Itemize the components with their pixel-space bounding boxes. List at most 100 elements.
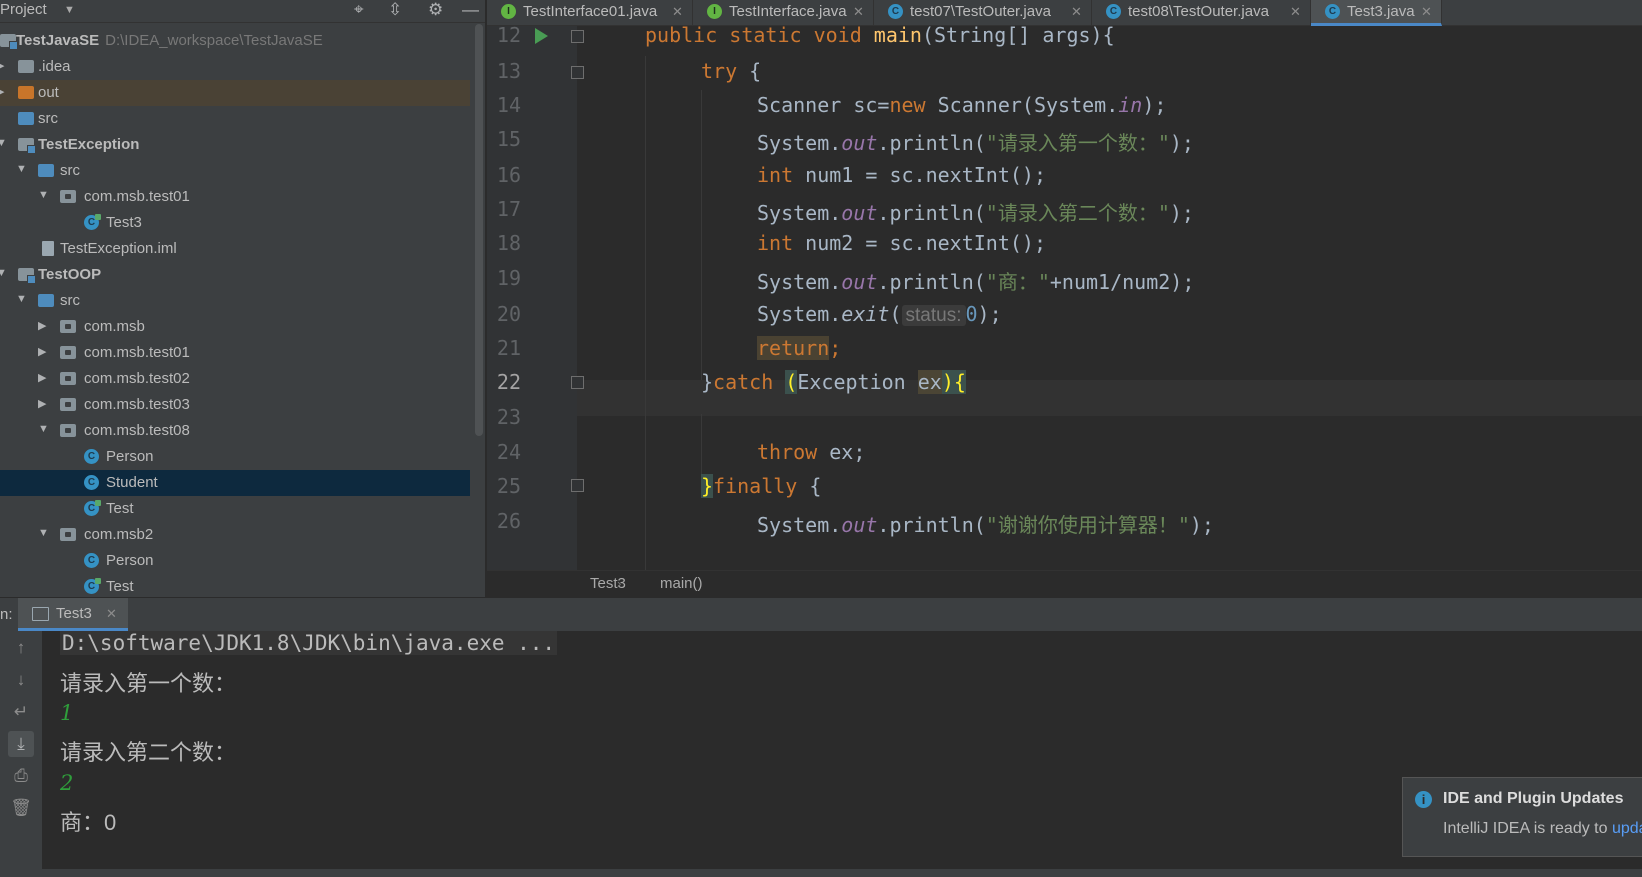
run-tab-label: Test3 — [56, 605, 92, 622]
chevron-down-icon[interactable]: ▼ — [64, 4, 75, 16]
minimize-icon[interactable]: — — [462, 0, 479, 20]
collapsed-arrow-icon[interactable]: ▶ — [0, 59, 4, 72]
collapsed-arrow-icon[interactable]: ▶ — [38, 319, 46, 332]
tree-node-path: D:\IDEA_workspace\TestJavaSE — [105, 32, 323, 49]
collapsed-arrow-icon[interactable]: ▶ — [38, 345, 46, 358]
tree-node-iml[interactable]: TestException.iml — [0, 236, 470, 262]
tree-node-src[interactable]: src — [0, 106, 470, 132]
code-token: System. — [757, 201, 842, 225]
breadcrumb-separator: › — [617, 576, 622, 591]
line-number-current: 22 — [496, 370, 521, 394]
fold-icon[interactable] — [571, 376, 584, 389]
down-arrow-icon[interactable]: ↓ — [8, 667, 34, 693]
tree-scrollbar[interactable] — [475, 24, 483, 436]
expand-arrow-icon[interactable]: ▼ — [38, 189, 49, 201]
tree-node-package[interactable]: ▼ com.msb2 — [0, 522, 470, 548]
expand-arrow-icon[interactable]: ▼ — [38, 423, 49, 435]
tree-node-class-selected[interactable]: C Student — [0, 470, 470, 496]
update-link[interactable]: upda — [1612, 820, 1642, 837]
tree-node-src[interactable]: ▼ src — [0, 158, 470, 184]
tree-node-class[interactable]: C Test3 — [0, 210, 470, 236]
close-icon[interactable]: ✕ — [1421, 4, 1432, 20]
expand-arrow-icon[interactable]: ▼ — [16, 163, 27, 175]
module-folder-icon — [18, 268, 36, 284]
crosshair-icon[interactable]: ⌖ — [354, 0, 364, 20]
package-icon — [60, 372, 76, 385]
tree-node-package[interactable]: ▼ com.msb.test08 — [0, 418, 470, 444]
close-icon[interactable]: ✕ — [106, 606, 117, 622]
tree-node-package[interactable]: ▶ com.msb — [0, 314, 470, 340]
expand-arrow-icon[interactable]: ▼ — [16, 293, 27, 305]
info-icon: i — [1415, 791, 1432, 808]
tab-label: test08\TestOuter.java — [1128, 3, 1269, 20]
tree-node-label: Student — [106, 474, 158, 491]
soft-wrap-icon[interactable]: ↵ — [8, 699, 34, 725]
tab-testinterface01[interactable]: I TestInterface01.java ✕ — [487, 0, 693, 25]
tree-node-label: Test3 — [106, 214, 142, 231]
tree-node-src[interactable]: ▼ src — [0, 288, 470, 314]
tree-node-label: src — [38, 110, 58, 127]
tab-testinterface[interactable]: I TestInterface.java ✕ — [693, 0, 874, 25]
java-class-icon: C — [84, 500, 101, 516]
tree-node-package[interactable]: ▶ com.msb.test01 — [0, 340, 470, 366]
code-token: System. — [757, 131, 842, 155]
breadcrumb-item-method[interactable]: main() — [660, 575, 703, 592]
run-gutter-icon[interactable] — [535, 28, 548, 44]
code-line-18: int num2 = sc.nextInt(); — [757, 231, 1046, 255]
tab-test3[interactable]: C Test3.java ✕ — [1311, 0, 1442, 26]
code-token: .println( — [877, 201, 986, 225]
project-view-selector[interactable]: Project — [0, 1, 47, 18]
close-icon[interactable]: ✕ — [672, 4, 683, 20]
up-arrow-icon[interactable]: ↑ — [8, 635, 34, 661]
expand-arrow-icon[interactable]: ▼ — [0, 267, 7, 279]
status-bar — [42, 869, 1642, 877]
update-notification[interactable]: i IDE and Plugin Updates IntelliJ IDEA i… — [1402, 777, 1642, 857]
code-token: Scanner sc= — [757, 93, 890, 117]
tree-node-package[interactable]: ▼ com.msb.test01 — [0, 184, 470, 210]
tab-test07-testouter[interactable]: C test07\TestOuter.java ✕ — [874, 0, 1092, 25]
tree-node-class[interactable]: C Test — [0, 574, 470, 597]
gear-icon[interactable]: ⚙ — [428, 0, 443, 20]
tab-label: TestInterface01.java — [523, 3, 658, 20]
fold-icon[interactable] — [571, 66, 584, 79]
close-icon[interactable]: ✕ — [1071, 4, 1082, 20]
code-line-12: public static void main(String[] args){ — [645, 26, 1115, 47]
tree-node-testoop[interactable]: ▼ TestOOP — [0, 262, 470, 288]
parameter-hint: status: — [901, 305, 966, 326]
code-token-highlighted: ex — [917, 370, 942, 394]
code-token: catch — [713, 370, 786, 394]
expand-arrow-icon[interactable]: ▼ — [0, 137, 7, 149]
collapsed-arrow-icon[interactable]: ▶ — [0, 85, 4, 98]
tree-node-testjavase[interactable]: ▼ TestJavaSED:\IDEA_workspace\TestJavaSE — [0, 28, 470, 54]
fold-icon[interactable] — [571, 30, 584, 43]
indent-guide — [701, 414, 702, 474]
collapsed-arrow-icon[interactable]: ▶ — [38, 371, 46, 384]
trash-icon[interactable]: 🗑 — [8, 795, 34, 821]
fold-icon[interactable] — [571, 479, 584, 492]
code-token: in — [1118, 93, 1143, 117]
scroll-to-end-icon[interactable]: ⤓ — [8, 731, 34, 757]
collapsed-arrow-icon[interactable]: ▶ — [38, 397, 46, 410]
tree-node-class[interactable]: C Person — [0, 548, 470, 574]
code-editor[interactable]: 12 13 14 15 16 17 18 19 20 21 22 23 24 2… — [487, 26, 1642, 570]
collapse-all-icon[interactable]: ⇳ — [388, 0, 402, 20]
tree-node-idea[interactable]: ▶ .idea — [0, 54, 470, 80]
tree-node-class[interactable]: C Test — [0, 496, 470, 522]
tree-node-package[interactable]: ▶ com.msb.test02 — [0, 366, 470, 392]
code-line-26: System.out.println("谢谢你使用计算器！"); — [757, 509, 1214, 538]
tab-test08-testouter[interactable]: C test08\TestOuter.java ✕ — [1092, 0, 1311, 25]
expand-arrow-icon[interactable]: ▼ — [38, 527, 49, 539]
code-token: } — [701, 370, 714, 394]
tree-node-testexception[interactable]: ▼ TestException — [0, 132, 470, 158]
code-token: new — [889, 93, 926, 117]
tree-node-package[interactable]: ▶ com.msb.test03 — [0, 392, 470, 418]
tree-node-out[interactable]: ▶ out — [0, 80, 470, 106]
run-tab-test3[interactable]: Test3 ✕ — [18, 598, 128, 631]
close-icon[interactable]: ✕ — [853, 4, 864, 20]
close-icon[interactable]: ✕ — [1290, 4, 1301, 20]
code-token: int — [757, 231, 794, 255]
code-line-25: }finally { — [701, 474, 821, 498]
code-token: "商：" — [985, 270, 1050, 294]
print-icon[interactable]: ⎙ — [8, 763, 34, 789]
tree-node-class[interactable]: C Person — [0, 444, 470, 470]
